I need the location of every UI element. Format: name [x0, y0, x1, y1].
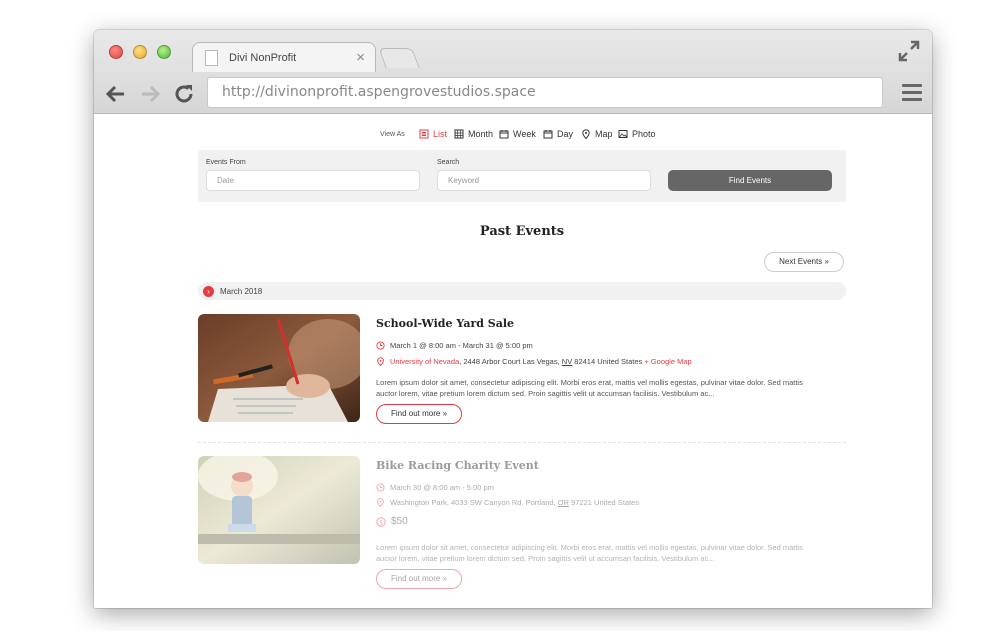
back-arrow-icon[interactable]	[104, 82, 128, 106]
view-as-label: View As	[380, 131, 405, 138]
event-description: Lorem ipsum dolor sit amet, consectetur …	[376, 543, 803, 563]
view-map-label: Map	[595, 129, 613, 139]
view-week-option[interactable]: Week	[499, 129, 536, 139]
tab-close-icon[interactable]: ×	[356, 49, 365, 66]
minimize-window-button[interactable]	[133, 45, 147, 59]
view-list-option[interactable]: List	[419, 129, 447, 139]
event-time: March 30 @ 8:00 am - 5:00 pm	[376, 483, 494, 492]
event-location: University of Nevada, 2448 Arbor Court L…	[376, 357, 692, 366]
month-grid-icon	[454, 129, 464, 139]
events-from-label: Events From	[206, 159, 246, 166]
event-time-text: March 1 @ 8:00 am - March 31 @ 5:00 pm	[390, 341, 533, 350]
event-divider	[198, 442, 846, 443]
view-list-label: List	[433, 129, 448, 139]
clock-icon	[376, 341, 385, 350]
event-location: Washington Park, 4033 SW Canyon Rd. Port…	[376, 498, 639, 507]
event-description: Lorem ipsum dolor sit amet, consectetur …	[376, 378, 803, 398]
event-address: 4033 SW Canyon Rd. Portland,	[451, 498, 556, 507]
event-cost: $ $50	[376, 516, 408, 527]
page-content: View As List Month Week Day Map Photo Ev…	[94, 114, 932, 608]
find-events-button[interactable]: Find Events	[668, 170, 832, 191]
event-state: OR	[557, 498, 570, 507]
event-time: March 1 @ 8:00 am - March 31 @ 5:00 pm	[376, 341, 533, 350]
event-venue: Washington Park,	[390, 498, 449, 507]
zoom-window-button[interactable]	[157, 45, 171, 59]
svg-text:$: $	[379, 519, 383, 526]
view-photo-label: Photo	[632, 129, 656, 139]
browser-window: Divi NonProfit × http://divinonprofit.as…	[94, 30, 932, 608]
event-state: NV	[561, 357, 573, 366]
page-title: Past Events	[479, 224, 565, 239]
week-calendar-icon	[499, 130, 509, 139]
date-input[interactable]: Date	[206, 170, 420, 191]
view-map-option[interactable]: Map	[581, 129, 613, 139]
hamburger-menu-icon[interactable]	[902, 84, 922, 102]
photo-icon	[618, 130, 628, 138]
expand-icon[interactable]	[898, 40, 920, 62]
chevron-right-icon: ›	[203, 286, 214, 297]
clock-icon	[376, 483, 385, 492]
close-window-button[interactable]	[109, 45, 123, 59]
event-image[interactable]	[198, 456, 360, 564]
view-photo-option[interactable]: Photo	[618, 129, 656, 139]
reload-icon[interactable]	[172, 82, 196, 106]
view-week-label: Week	[513, 129, 536, 139]
event-title[interactable]: School-Wide Yard Sale	[376, 317, 514, 330]
event-image[interactable]	[198, 314, 360, 422]
forward-arrow-icon[interactable]	[138, 82, 162, 106]
view-day-option[interactable]: Day	[543, 129, 573, 139]
event-zip: 97221 United States	[571, 498, 640, 507]
find-out-more-button[interactable]: Find out more »	[376, 404, 462, 424]
view-month-option[interactable]: Month	[454, 129, 493, 139]
map-pin-icon	[377, 498, 384, 507]
month-separator: › March 2018	[198, 282, 846, 300]
map-pin-icon	[377, 357, 384, 366]
search-label: Search	[437, 159, 460, 166]
google-map-link[interactable]: + Google Map	[644, 357, 691, 366]
day-calendar-icon	[543, 130, 553, 139]
find-out-more-button[interactable]: Find out more »	[376, 569, 462, 589]
list-icon	[419, 129, 429, 139]
view-month-label: Month	[468, 129, 494, 139]
venue-link[interactable]: University of Nevada	[390, 357, 459, 366]
event-search-bar: Events From Date Search Keyword Find Eve…	[198, 150, 846, 202]
browser-chrome: Divi NonProfit × http://divinonprofit.as…	[94, 30, 932, 114]
event-zip: 82414 United States	[574, 357, 643, 366]
next-events-button[interactable]: Next Events »	[764, 252, 844, 272]
new-tab-button[interactable]	[378, 48, 420, 68]
event-time-text: March 30 @ 8:00 am - 5:00 pm	[390, 483, 494, 492]
tab-title: Divi NonProfit	[229, 52, 297, 64]
page-icon	[205, 50, 218, 66]
event-title[interactable]: Bike Racing Charity Event	[376, 459, 539, 472]
event-address: , 2448 Arbor Court Las Vegas,	[459, 357, 560, 366]
map-pin-icon	[582, 129, 590, 139]
address-bar[interactable]: http://divinonprofit.aspengrovestudios.s…	[207, 77, 883, 108]
dollar-icon: $	[376, 516, 386, 527]
month-label: March 2018	[220, 287, 263, 296]
view-day-label: Day	[557, 129, 574, 139]
keyword-input[interactable]: Keyword	[437, 170, 651, 191]
view-as-bar: View As List Month Week Day Map Photo	[94, 128, 932, 144]
browser-tab[interactable]: Divi NonProfit ×	[192, 42, 376, 72]
event-price: $50	[391, 516, 408, 527]
